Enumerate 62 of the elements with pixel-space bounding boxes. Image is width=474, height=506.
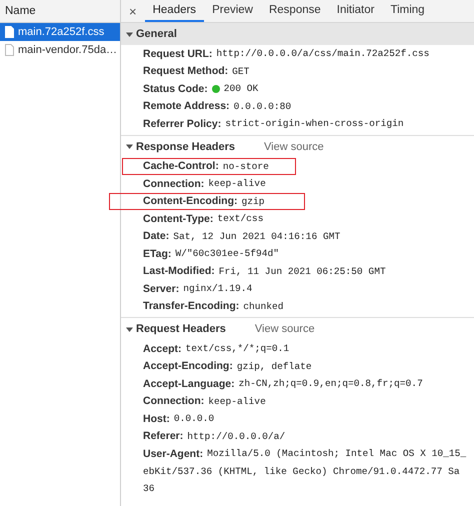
- section-title[interactable]: Response Headers: [136, 140, 236, 152]
- header-name: Last-Modified:: [143, 265, 215, 278]
- header-name: Remote Address:: [143, 100, 230, 112]
- tab[interactable]: Timing: [382, 0, 433, 22]
- header-name: Referrer Policy:: [143, 118, 222, 130]
- header-value: Sat, 12 Jun 2021 04:16:16 GMT: [173, 230, 340, 242]
- header-value: strict-origin-when-cross-origin: [225, 118, 404, 130]
- file-item[interactable]: main.72a252f.css: [0, 23, 120, 41]
- header-value: nginx/1.19.4: [183, 283, 252, 294]
- header-value: zh-CN,zh;q=0.9,en;q=0.8,fr;q=0.7: [238, 378, 423, 390]
- close-button[interactable]: ×: [121, 0, 145, 22]
- header-name: Date:: [143, 230, 170, 242]
- header-value: keep-alive: [208, 178, 266, 190]
- header-name: User-Agent:: [143, 448, 204, 460]
- header-name: Accept-Language:: [143, 378, 235, 390]
- header-name: Accept:: [143, 342, 182, 355]
- header-value: W/"60c301ee-5f94d": [175, 248, 280, 260]
- header-name: Content-Encoding:: [143, 195, 238, 208]
- view-source-link[interactable]: View source: [264, 140, 324, 152]
- header-name: Transfer-Encoding:: [143, 300, 240, 312]
- expand-triangle-icon[interactable]: [126, 30, 133, 38]
- header-value: chunked: [243, 300, 284, 312]
- section-title[interactable]: General: [136, 28, 177, 40]
- header-value: 0.0.0.0: [174, 413, 214, 424]
- header-name: Request Method:: [143, 65, 228, 78]
- header-value: Mozilla/5.0 (Macintosh; Intel Mac OS X 10_15_: [207, 448, 466, 460]
- header-value: 36: [143, 483, 155, 494]
- header-name: Status Code:: [143, 82, 208, 95]
- file-icon: [5, 26, 14, 38]
- header-value: text/css: [217, 213, 264, 224]
- header-value: GET: [232, 66, 250, 77]
- header-value: 200 OK: [224, 83, 258, 94]
- header-value: no-store: [222, 160, 269, 172]
- header-name: Host:: [143, 412, 170, 425]
- expand-triangle-icon[interactable]: [126, 326, 133, 332]
- section-title[interactable]: Request Headers: [136, 323, 226, 335]
- header-value: http://0.0.0.0/a/: [187, 430, 286, 442]
- file-icon: [5, 44, 14, 56]
- header-name: Connection:: [143, 178, 204, 190]
- column-header: Name: [0, 0, 120, 23]
- header-value: 0.0.0.0:80: [234, 100, 292, 112]
- header-value: text/css,*/*;q=0.1: [186, 343, 290, 354]
- header-value: gzip: [241, 196, 265, 207]
- header-name: Referer:: [143, 430, 184, 442]
- header-value: keep-alive: [208, 396, 266, 407]
- tab[interactable]: Initiator: [328, 0, 382, 22]
- tab[interactable]: Preview: [204, 0, 261, 22]
- tab[interactable]: Response: [260, 0, 329, 22]
- header-name: Accept-Encoding:: [143, 360, 233, 372]
- header-name: Content-Type:: [143, 212, 214, 225]
- header-value: gzip, deflate: [236, 360, 312, 372]
- view-source-link[interactable]: View source: [254, 323, 315, 335]
- header-value: Fri, 11 Jun 2021 06:25:50 GMT: [218, 266, 386, 277]
- header-name: Request URL:: [143, 48, 212, 60]
- header-name: Cache-Control:: [143, 160, 219, 172]
- header-value: ebKit/537.36 (KHTML, like Gecko) Chrome/91.0.4472.77 Sa: [143, 466, 460, 477]
- file-item[interactable]: main-vendor.75da…: [0, 41, 120, 59]
- header-value: http://0.0.0.0/a/css/main.72a252f.css: [216, 48, 430, 60]
- header-name: Server:: [143, 282, 180, 295]
- expand-triangle-icon[interactable]: [126, 143, 133, 150]
- header-name: ETag:: [143, 248, 172, 260]
- header-name: Connection:: [143, 395, 204, 408]
